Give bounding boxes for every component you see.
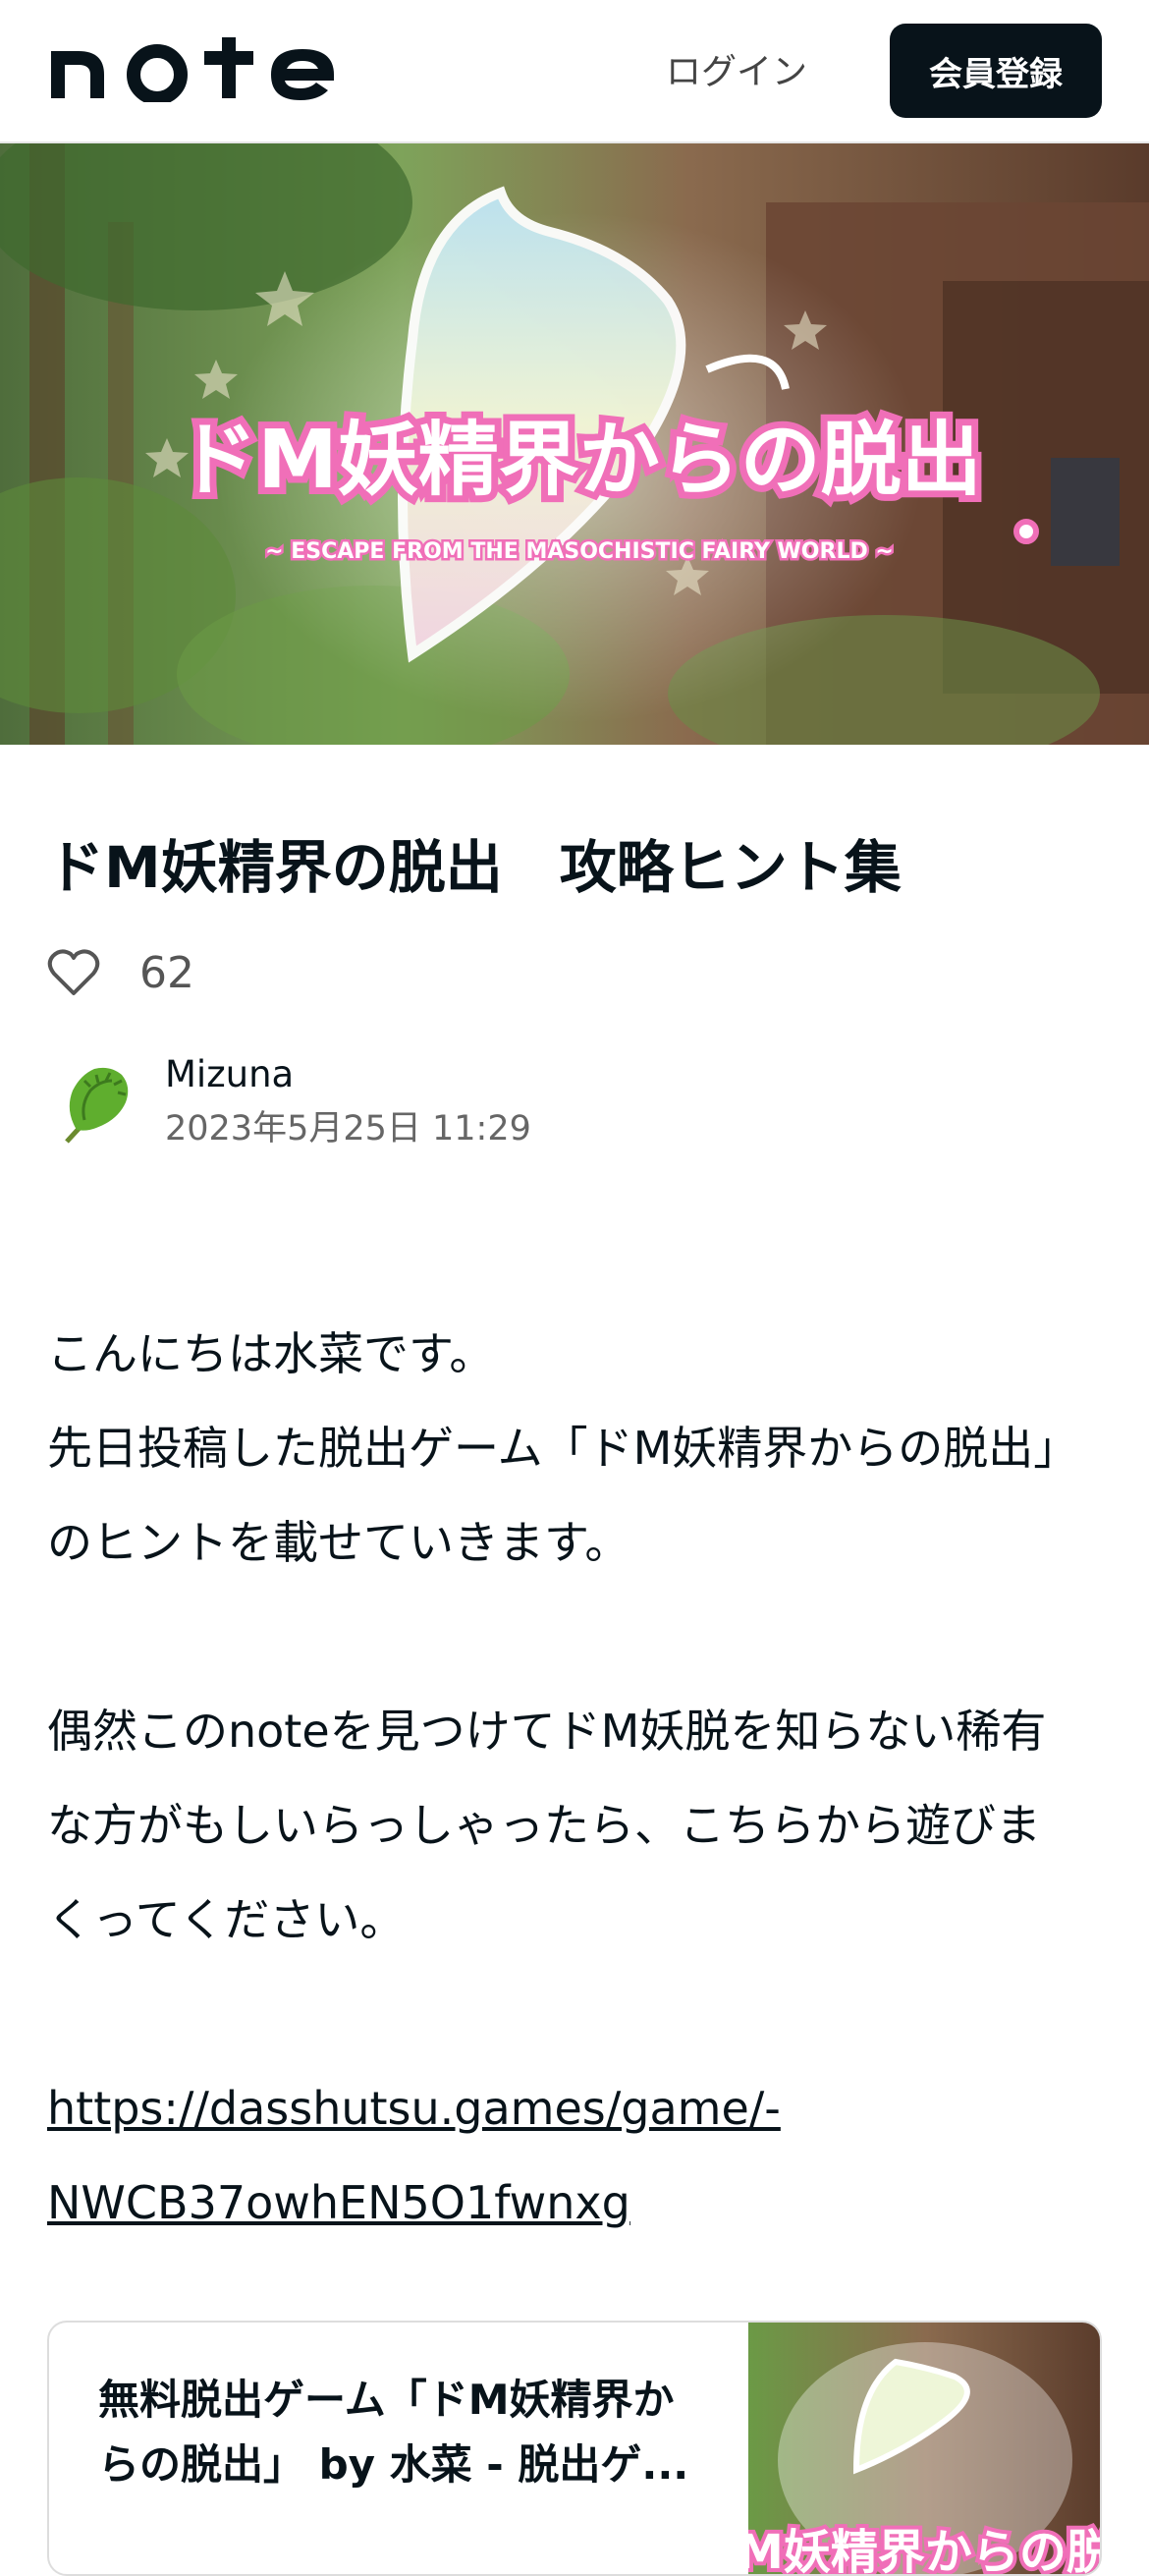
publish-date: 2023年5月25日 11:29 xyxy=(165,1108,531,1148)
login-link[interactable]: ログイン xyxy=(638,39,835,98)
author-block[interactable]: Mizuna 2023年5月25日 11:29 xyxy=(47,1051,531,1153)
hero-image: ドM妖精界からの脱出 ~ ESCAPE FROM THE MASOCHISTIC… xyxy=(0,143,1149,745)
note-logo[interactable] xyxy=(47,37,338,102)
like-area: 62 xyxy=(47,941,194,1004)
top-header: ログイン 会員登録 xyxy=(0,0,1149,143)
hero-subtitle-text: ~ ESCAPE FROM THE MASOCHISTIC FAIRY WORL… xyxy=(265,539,894,564)
signup-button[interactable]: 会員登録 xyxy=(890,24,1102,118)
paragraph: こんにちは水菜です。 先日投稿した脱出ゲーム「ドM妖精界からの脱出」 のヒントを… xyxy=(47,1307,1108,1590)
body-line: のヒントを載せていきます。 xyxy=(47,1516,630,1569)
heart-icon[interactable] xyxy=(47,948,100,997)
avatar[interactable] xyxy=(47,1051,149,1153)
link-embed-card[interactable]: 無料脱出ゲーム「ドM妖精界か らの脱出」 by 水菜 - 脱出ゲ... ドM妖精… xyxy=(47,2321,1102,2576)
embed-title-line: らの脱出」 by 水菜 - 脱出ゲ... xyxy=(98,2440,689,2489)
game-link-line-2[interactable]: NWCB37owhEN5O1fwnxg xyxy=(47,2176,630,2229)
embed-title-line: 無料脱出ゲーム「ドM妖精界か xyxy=(98,2376,675,2424)
body-line: こんにちは水菜です。 xyxy=(47,1327,495,1380)
paragraph: 偶然このnoteを見つけてドM妖脱を知らない稀有 な方がもしいらっしゃったら、こ… xyxy=(47,1684,1108,1967)
body-line: な方がもしいらっしゃったら、こちらから遊びま xyxy=(47,1799,1041,1852)
body-line: 偶然このnoteを見つけてドM妖脱を知らない稀有 xyxy=(47,1705,1047,1758)
embed-title: 無料脱出ゲーム「ドM妖精界か らの脱出」 by 水菜 - 脱出ゲ... xyxy=(98,2368,727,2497)
body-line: くってください。 xyxy=(47,1893,406,1946)
game-link-line-1[interactable]: https://dasshutsu.games/game/- xyxy=(47,2082,781,2135)
hero-title-text: ドM妖精界からの脱出 xyxy=(177,414,982,507)
embed-thumb-title: ドM妖精界からの脱出 xyxy=(748,2525,1102,2576)
article-title: ドM妖精界の脱出 攻略ヒント集 xyxy=(47,834,902,901)
embed-thumbnail: ドM妖精界からの脱出 xyxy=(748,2323,1102,2576)
mizuna-leaf-icon xyxy=(47,1051,149,1153)
body-line: 先日投稿した脱出ゲーム「ドM妖精界からの脱出」 xyxy=(47,1422,1079,1475)
author-name[interactable]: Mizuna xyxy=(165,1051,531,1098)
link-paragraph: https://dasshutsu.games/game/- NWCB37owh… xyxy=(47,2061,1108,2250)
article-body: こんにちは水菜です。 先日投稿した脱出ゲーム「ドM妖精界からの脱出」 のヒントを… xyxy=(47,1307,1108,2344)
like-count: 62 xyxy=(139,947,194,998)
